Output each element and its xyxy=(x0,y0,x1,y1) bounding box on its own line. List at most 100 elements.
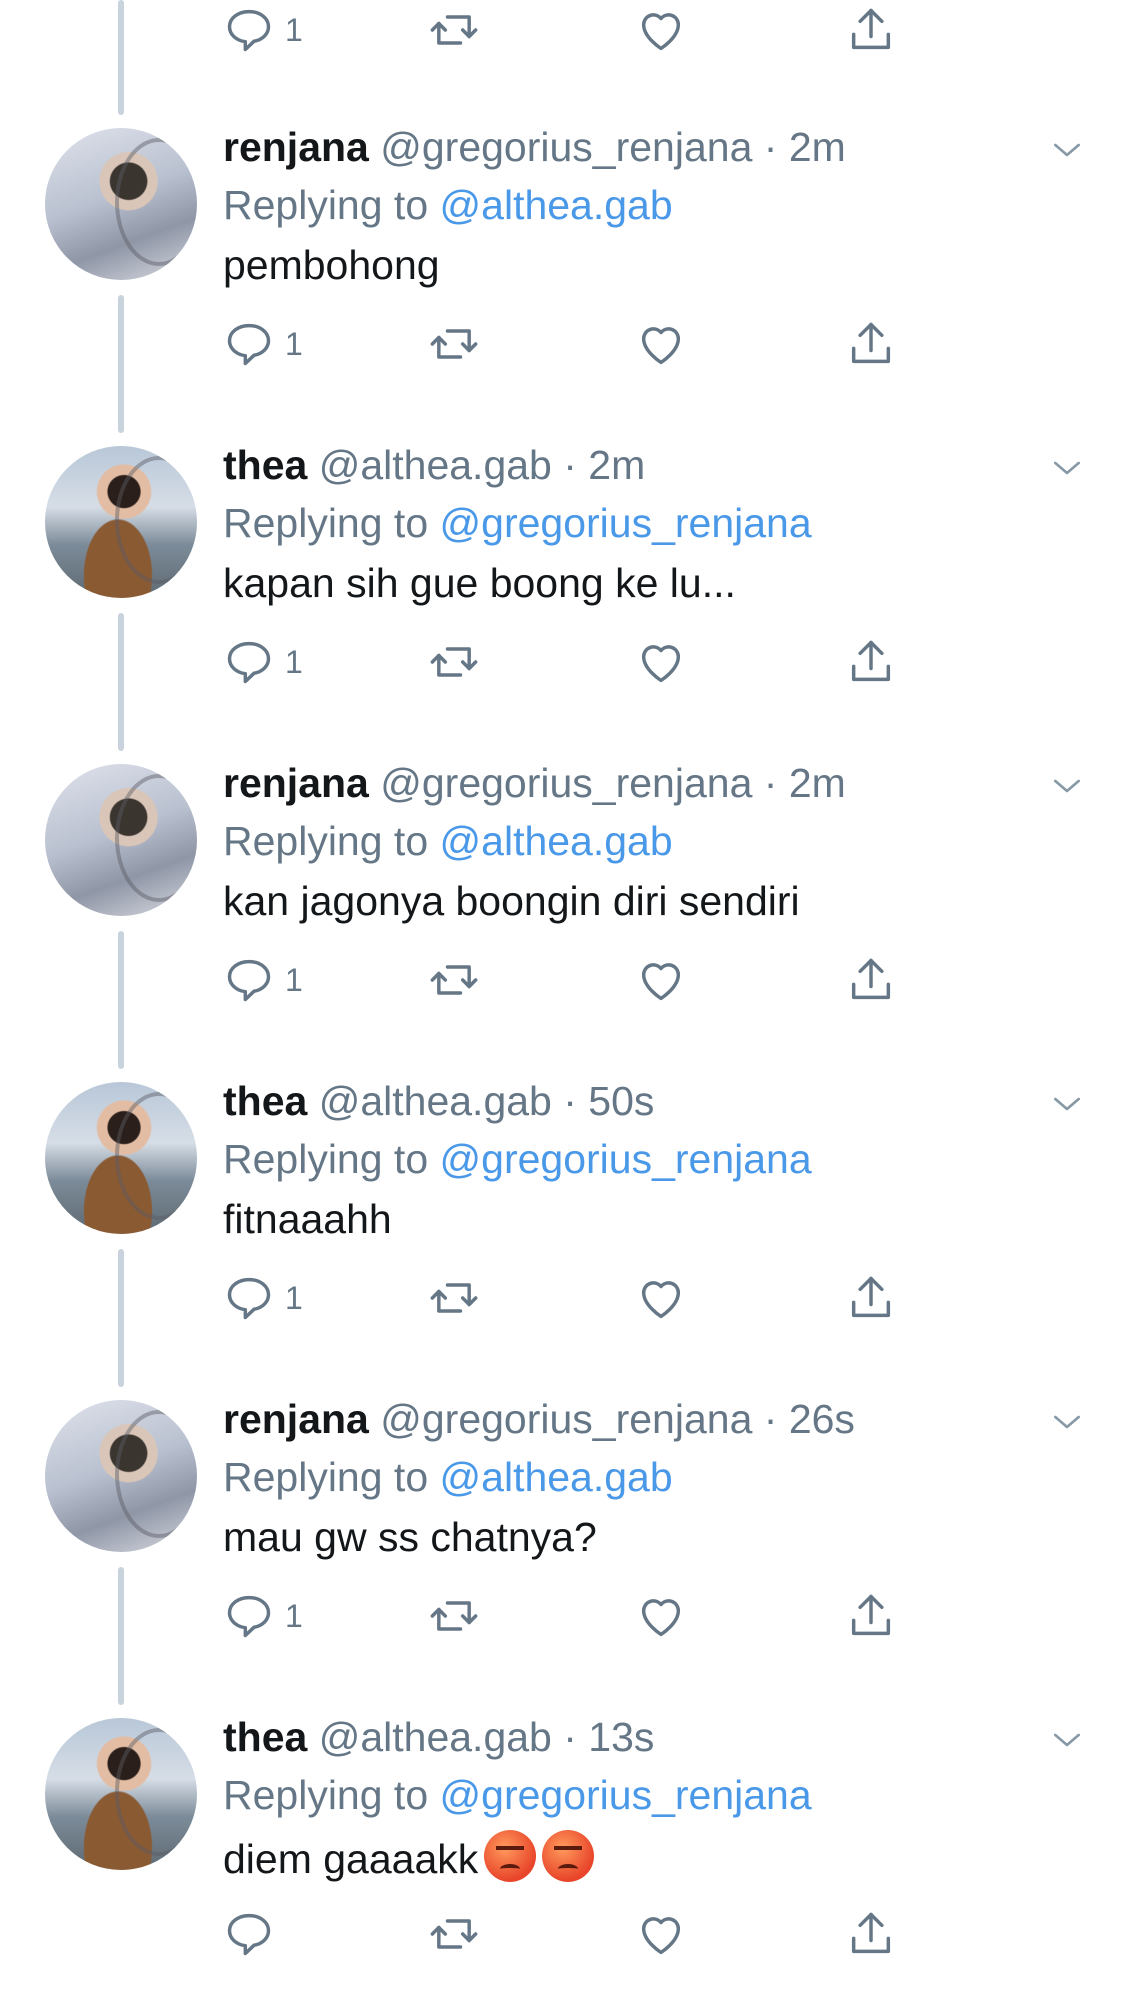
reply-icon xyxy=(227,1595,271,1638)
retweet-icon xyxy=(430,329,478,359)
timestamp: · 2m xyxy=(563,442,646,488)
share-button[interactable] xyxy=(845,314,897,374)
avatar[interactable] xyxy=(45,446,197,598)
display-name[interactable]: thea xyxy=(223,1078,307,1124)
replying-to-line: Replying to @gregorius_renjana xyxy=(223,1770,812,1820)
tweet[interactable]: renjana @gregorius_renjana · 2m Replying… xyxy=(0,100,1125,418)
mention-link[interactable]: @althea.gab xyxy=(440,1454,673,1500)
retweet-button[interactable] xyxy=(428,1904,480,1964)
share-button[interactable] xyxy=(845,1904,897,1964)
retweet-icon xyxy=(430,1283,478,1313)
chevron-down-icon[interactable] xyxy=(1047,448,1087,488)
reply-icon xyxy=(227,9,271,52)
tweet[interactable]: renjana @gregorius_renjana · 26s Replyin… xyxy=(0,1372,1125,1690)
tweet[interactable]: thea @althea.gab · 2m Replying to @grego… xyxy=(0,418,1125,736)
retweet-button[interactable] xyxy=(428,1268,480,1328)
tweet[interactable]: renjana @gregorius_renjana · 2m Replying… xyxy=(0,736,1125,1054)
user-handle[interactable]: @gregorius_renjana xyxy=(380,1396,752,1442)
reply-icon xyxy=(227,323,271,366)
like-button[interactable] xyxy=(635,314,687,374)
action-bar: 1 xyxy=(223,950,923,1010)
retweet-button[interactable] xyxy=(428,314,480,374)
like-button[interactable] xyxy=(635,1268,687,1328)
tweet[interactable]: thea @althea.gab · 50s Replying to @greg… xyxy=(0,1054,1125,1372)
replying-to-line: Replying to @althea.gab xyxy=(223,1452,673,1502)
mention-link[interactable]: @gregorius_renjana xyxy=(440,1772,812,1818)
action-bar: 1 xyxy=(223,1586,923,1646)
retweet-button[interactable] xyxy=(428,1586,480,1646)
tweet-header: thea @althea.gab · 2m xyxy=(223,440,645,490)
action-bar: 1 xyxy=(223,632,923,692)
mention-link[interactable]: @althea.gab xyxy=(440,818,673,864)
user-handle[interactable]: @gregorius_renjana xyxy=(380,124,752,170)
timestamp: · 2m xyxy=(763,760,846,806)
chevron-down-icon[interactable] xyxy=(1047,766,1087,806)
tweet-text: fitnaaahh xyxy=(223,1194,392,1244)
share-button[interactable] xyxy=(845,0,897,60)
like-button[interactable] xyxy=(635,0,687,60)
share-icon xyxy=(851,1276,891,1318)
avatar[interactable] xyxy=(45,128,197,280)
reply-button[interactable] xyxy=(223,1904,285,1964)
share-button[interactable] xyxy=(845,1586,897,1646)
reply-button[interactable]: 1 xyxy=(223,314,303,374)
reply-button[interactable]: 1 xyxy=(223,1586,303,1646)
reply-icon xyxy=(227,641,271,684)
reply-button[interactable]: 1 xyxy=(223,0,303,60)
user-handle[interactable]: @althea.gab xyxy=(319,442,552,488)
like-button[interactable] xyxy=(635,632,687,692)
like-button[interactable] xyxy=(635,1904,687,1964)
share-icon xyxy=(851,1912,891,1954)
chevron-down-icon[interactable] xyxy=(1047,1084,1087,1124)
share-icon xyxy=(851,1594,891,1636)
replying-to-label: Replying to xyxy=(223,1772,429,1818)
reply-icon xyxy=(227,1913,271,1956)
mention-link[interactable]: @gregorius_renjana xyxy=(440,500,812,546)
reply-button[interactable]: 1 xyxy=(223,1268,303,1328)
display-name[interactable]: renjana xyxy=(223,1396,369,1442)
like-button[interactable] xyxy=(635,950,687,1010)
replying-to-label: Replying to xyxy=(223,1136,429,1182)
user-handle[interactable]: @althea.gab xyxy=(319,1078,552,1124)
display-name[interactable]: renjana xyxy=(223,124,369,170)
user-handle[interactable]: @gregorius_renjana xyxy=(380,760,752,806)
heart-icon xyxy=(641,1599,681,1637)
tweet-header: renjana @gregorius_renjana · 2m xyxy=(223,758,846,808)
reply-count: 1 xyxy=(285,961,303,998)
tweet-text: kapan sih gue boong ke lu... xyxy=(223,558,736,608)
retweet-button[interactable] xyxy=(428,950,480,1010)
reply-icon xyxy=(227,959,271,1002)
mention-link[interactable]: @gregorius_renjana xyxy=(440,1136,812,1182)
like-button[interactable] xyxy=(635,1586,687,1646)
avatar[interactable] xyxy=(45,1400,197,1552)
action-bar: 1 xyxy=(223,314,923,374)
chevron-down-icon[interactable] xyxy=(1047,130,1087,170)
retweet-button[interactable] xyxy=(428,632,480,692)
user-handle[interactable]: @althea.gab xyxy=(319,1714,552,1760)
mention-link[interactable]: @althea.gab xyxy=(440,182,673,228)
display-name[interactable]: renjana xyxy=(223,760,369,806)
reply-count: 1 xyxy=(285,11,303,48)
chevron-down-icon[interactable] xyxy=(1047,1402,1087,1442)
avatar[interactable] xyxy=(45,1718,197,1870)
avatar[interactable] xyxy=(45,1082,197,1234)
tweet-text: pembohong xyxy=(223,240,440,290)
chevron-down-icon[interactable] xyxy=(1047,1720,1087,1760)
tweet-text-content: kapan sih gue boong ke lu... xyxy=(223,560,736,606)
heart-icon xyxy=(641,327,681,365)
replying-to-line: Replying to @gregorius_renjana xyxy=(223,498,812,548)
display-name[interactable]: thea xyxy=(223,442,307,488)
share-button[interactable] xyxy=(845,950,897,1010)
tweet-header: thea @althea.gab · 50s xyxy=(223,1076,654,1126)
display-name[interactable]: thea xyxy=(223,1714,307,1760)
reply-count: 1 xyxy=(285,643,303,680)
share-button[interactable] xyxy=(845,632,897,692)
heart-icon xyxy=(641,645,681,683)
tweet[interactable]: thea @althea.gab · 13s Replying to @greg… xyxy=(0,1690,1125,2008)
reply-button[interactable]: 1 xyxy=(223,632,303,692)
retweet-button[interactable] xyxy=(428,0,480,60)
reply-button[interactable]: 1 xyxy=(223,950,303,1010)
replying-to-line: Replying to @althea.gab xyxy=(223,816,673,866)
avatar[interactable] xyxy=(45,764,197,916)
share-button[interactable] xyxy=(845,1268,897,1328)
